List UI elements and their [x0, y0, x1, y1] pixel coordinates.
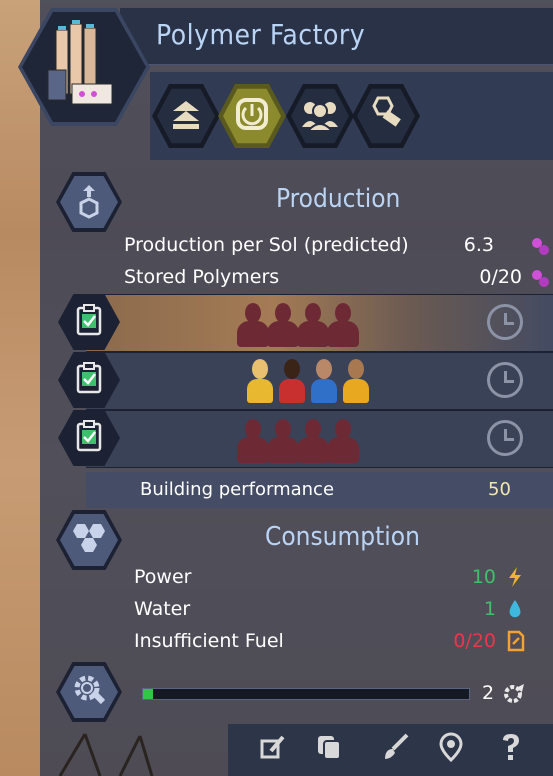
clipboard-check-icon: [75, 304, 103, 340]
polymer-icon: [530, 236, 550, 260]
hexagons-icon: [69, 520, 109, 560]
empty-slot-icon: [326, 301, 360, 347]
clock-icon[interactable]: [487, 362, 523, 398]
empty-slot-icon: [266, 301, 300, 347]
maintenance-gear-icon: [502, 682, 526, 710]
gear-wrench-icon: [71, 672, 107, 712]
maintenance-progress: [142, 688, 470, 700]
worker-avatar: [278, 357, 306, 405]
empty-slot-icon: [236, 301, 270, 347]
chevrons-up-icon: [169, 97, 203, 135]
lightning-icon: [506, 566, 524, 592]
water-label: Water: [134, 598, 191, 620]
empty-slot-icon: [236, 417, 270, 463]
clock-icon[interactable]: [487, 304, 523, 340]
worker-avatar: [246, 357, 274, 405]
help-button[interactable]: [496, 734, 526, 764]
brush-icon: [381, 733, 409, 765]
copy-icon: [315, 733, 343, 765]
empty-worker-slots[interactable]: [236, 417, 359, 463]
maintenance-value: 2: [482, 682, 495, 704]
consumption-title: Consumption: [265, 522, 420, 552]
clipboard-check-icon: [75, 420, 103, 456]
workers-icon: [300, 97, 340, 135]
assigned-workers[interactable]: [246, 357, 374, 405]
question-icon: [497, 732, 525, 766]
water-drop-icon: [506, 598, 524, 624]
scaffold-legs-decoration: [58, 733, 154, 776]
production-title: Production: [276, 184, 401, 214]
power-value: 10: [471, 566, 496, 588]
location-pin-icon: [437, 732, 465, 766]
worker-avatar: [310, 357, 338, 405]
stored-row-value: 0/20: [479, 266, 522, 288]
fuel-value: 0/20: [453, 630, 496, 652]
fuel-canister-icon: [506, 630, 526, 656]
building-title: Polymer Factory: [156, 18, 366, 51]
power-label: Power: [134, 566, 192, 588]
paint-button[interactable]: [380, 733, 410, 765]
rename-button[interactable]: [258, 734, 288, 764]
performance-value: 50: [488, 479, 511, 500]
shift-row-1: [86, 294, 553, 352]
production-row-label: Production per Sol (predicted): [124, 234, 409, 256]
copy-button[interactable]: [314, 734, 344, 764]
stored-row-label: Stored Polymers: [124, 266, 280, 288]
clock-icon[interactable]: [487, 420, 523, 456]
empty-slot-icon: [266, 417, 300, 463]
edit-icon: [259, 733, 287, 765]
maintenance-progress-fill: [143, 689, 153, 699]
clipboard-check-icon: [75, 362, 103, 398]
production-row-value: 6.3: [463, 234, 494, 256]
polymer-icon: [530, 268, 550, 292]
water-value: 1: [483, 598, 496, 620]
performance-row: Building performance 50: [86, 472, 553, 508]
gear-bolt-icon: [368, 96, 404, 136]
fuel-label: Insufficient Fuel: [134, 630, 284, 652]
worker-avatar: [342, 357, 370, 405]
performance-label: Building performance: [140, 479, 335, 500]
power-icon: [234, 96, 270, 136]
empty-slot-icon: [296, 301, 330, 347]
production-icon: [73, 181, 105, 223]
shift-row-2: [86, 352, 553, 410]
empty-slot-icon: [326, 417, 360, 463]
empty-worker-slots[interactable]: [236, 301, 359, 347]
empty-slot-icon: [296, 417, 330, 463]
locate-button[interactable]: [436, 732, 466, 766]
shift-row-3: [86, 410, 553, 468]
